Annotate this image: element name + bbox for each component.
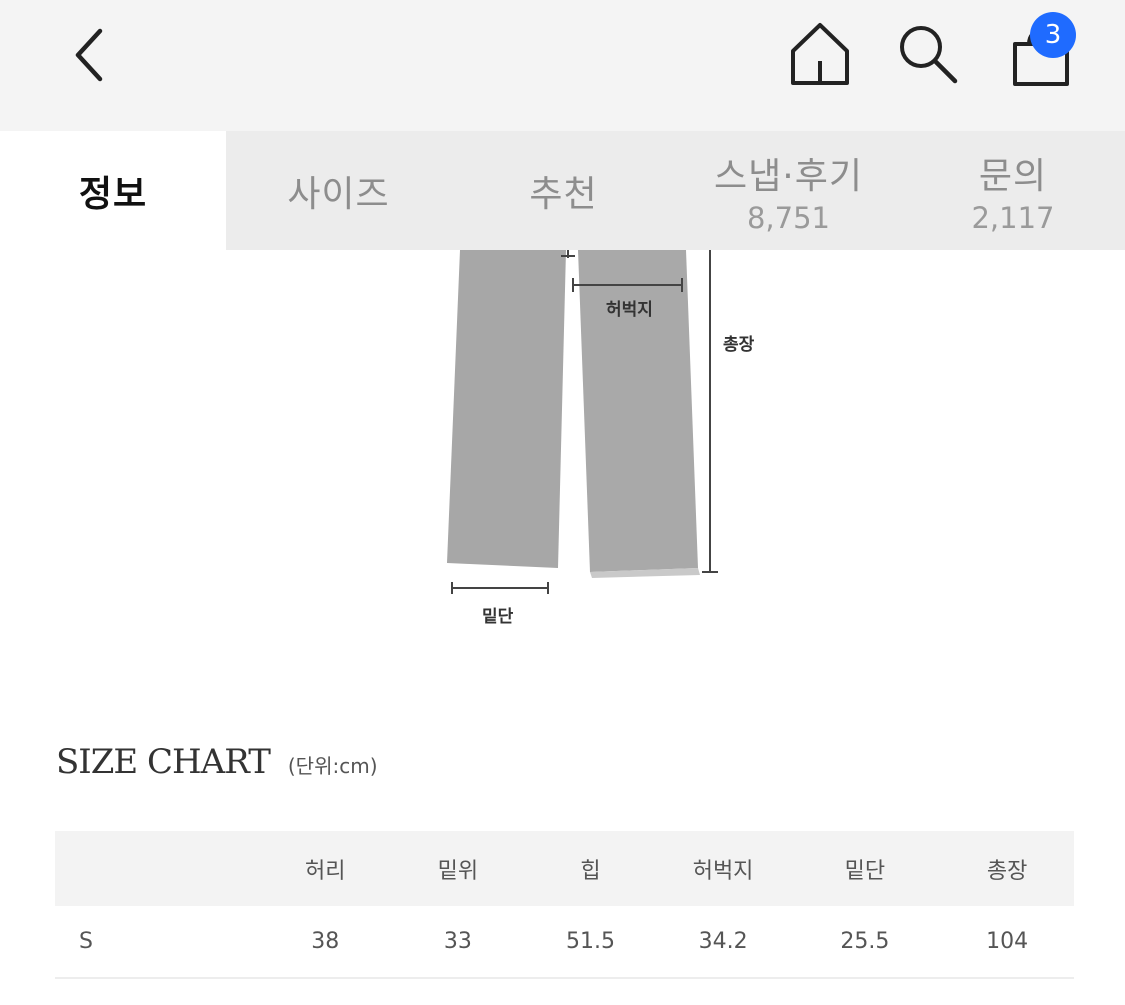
table-cell: 33 bbox=[391, 906, 525, 979]
back-button[interactable] bbox=[58, 20, 118, 90]
table-cell: 38 bbox=[259, 906, 392, 979]
search-button[interactable] bbox=[890, 18, 966, 90]
tab-label: 정보 bbox=[78, 173, 148, 215]
column-header: 허리 bbox=[259, 831, 392, 906]
tab-info[interactable]: 정보 bbox=[0, 131, 226, 250]
column-header: 밑위 bbox=[391, 831, 525, 906]
table-cell: 34.2 bbox=[656, 906, 790, 979]
size-chart-header: SIZE CHART (단위:cm) bbox=[56, 742, 378, 782]
table-cell: 104 bbox=[940, 906, 1074, 979]
home-button[interactable] bbox=[782, 18, 858, 90]
tab-snap-review[interactable]: 스냅·후기 8,751 bbox=[676, 131, 901, 250]
tab-size[interactable]: 사이즈 bbox=[226, 131, 451, 250]
column-header: 총장 bbox=[940, 831, 1074, 906]
length-label: 총장 bbox=[723, 335, 755, 355]
hem-label: 밑단 bbox=[482, 607, 514, 627]
product-tabs: 정보 사이즈 추천 스냅·후기 8,751 문의 2,117 bbox=[0, 131, 1125, 250]
table-row: S 38 33 51.5 34.2 25.5 104 bbox=[55, 906, 1074, 979]
tab-label: 문의 bbox=[978, 155, 1048, 197]
tab-inquiry[interactable]: 문의 2,117 bbox=[901, 131, 1125, 250]
size-chart-table: 허리 밑위 힙 허벅지 밑단 총장 S 38 33 51.5 34.2 25.5… bbox=[55, 831, 1074, 979]
column-header bbox=[55, 831, 259, 906]
table-cell: 25.5 bbox=[789, 906, 941, 979]
tab-label: 스냅·후기 bbox=[714, 155, 863, 197]
search-icon bbox=[900, 26, 958, 84]
table-cell: 51.5 bbox=[524, 906, 657, 979]
home-icon bbox=[791, 23, 849, 85]
pants-measurement-diagram: 허벅지 총장 밑단 bbox=[0, 250, 1125, 650]
tab-count: 2,117 bbox=[971, 200, 1055, 235]
tab-recommend[interactable]: 추천 bbox=[451, 131, 676, 250]
size-chart-unit: (단위:cm) bbox=[287, 754, 378, 778]
top-app-bar: 3 bbox=[0, 0, 1125, 131]
tab-label: 추천 bbox=[529, 173, 598, 215]
thigh-label: 허벅지 bbox=[606, 300, 653, 320]
tab-label: 사이즈 bbox=[287, 173, 390, 215]
pants-illustration bbox=[447, 250, 718, 594]
column-header: 밑단 bbox=[789, 831, 941, 906]
table-header-row: 허리 밑위 힙 허벅지 밑단 총장 bbox=[55, 831, 1074, 906]
column-header: 힙 bbox=[524, 831, 657, 906]
chevron-left-icon bbox=[75, 28, 103, 82]
cart-count-badge: 3 bbox=[1030, 12, 1076, 58]
table-cell: S bbox=[55, 906, 259, 979]
tab-count: 8,751 bbox=[746, 200, 831, 235]
size-chart-title: SIZE CHART bbox=[56, 742, 271, 782]
column-header: 허벅지 bbox=[656, 831, 790, 906]
